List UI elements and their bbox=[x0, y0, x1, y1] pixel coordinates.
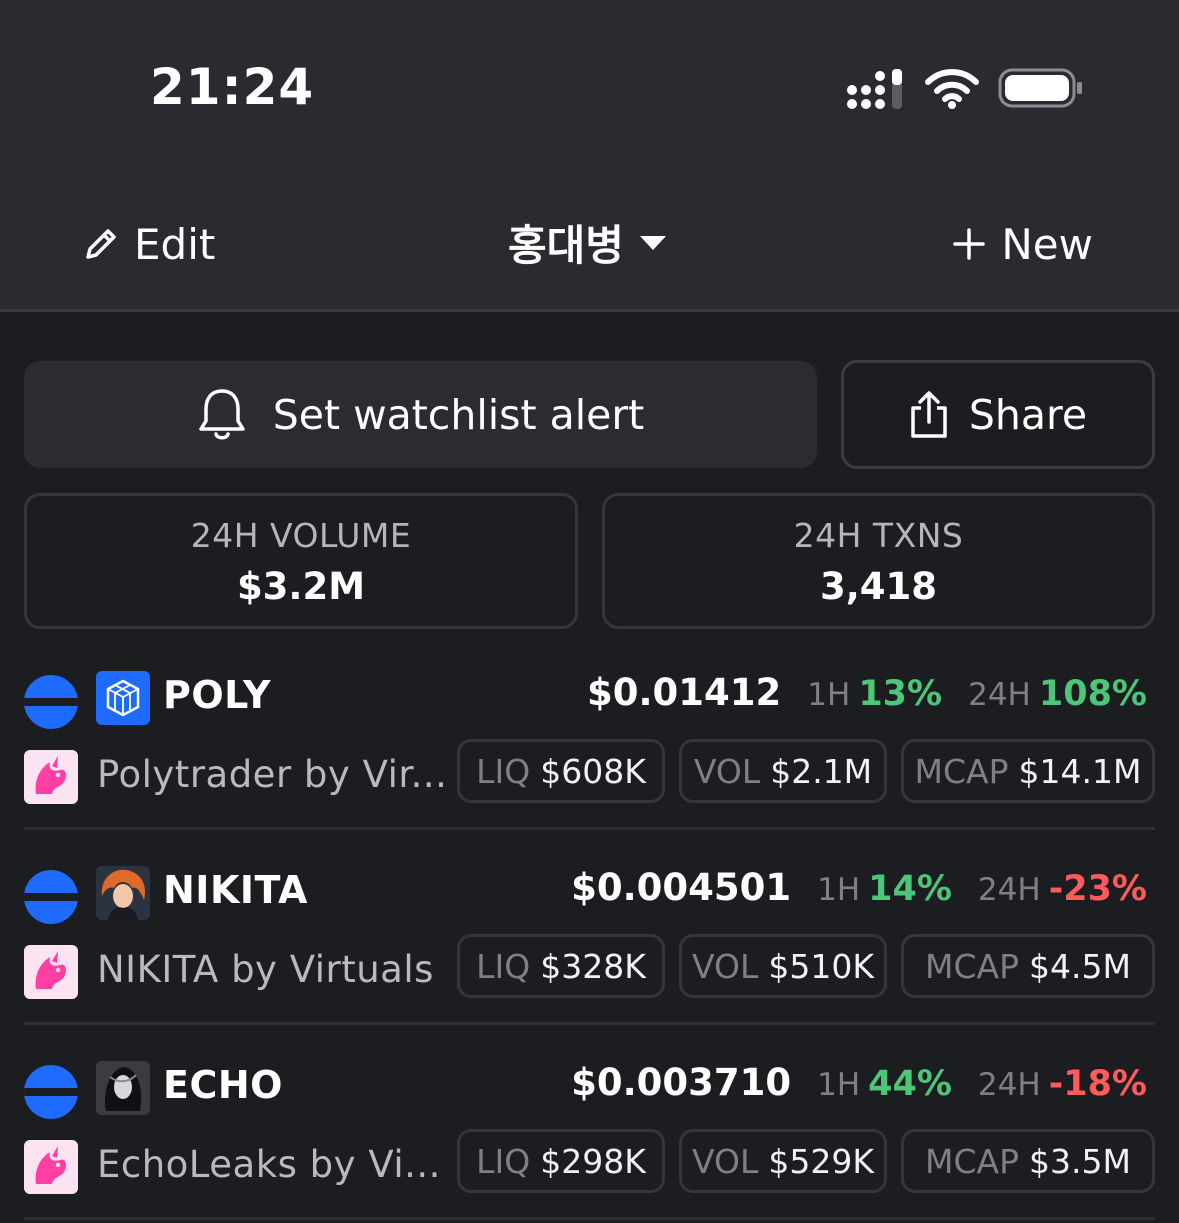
token-symbol: ECHO bbox=[163, 1063, 283, 1107]
battery-icon bbox=[998, 68, 1082, 108]
cellular-signal-icon bbox=[847, 69, 902, 109]
volume-stat-card: 24H VOLUME $3.2M bbox=[24, 493, 578, 629]
pencil-icon bbox=[86, 229, 116, 259]
liquidity-label: LIQ bbox=[476, 946, 531, 986]
market-cap-pill: MCAP $4.5M bbox=[901, 934, 1155, 998]
volume-stat-label: 24H VOLUME bbox=[190, 516, 412, 555]
token-name: NIKITA by Virtuals bbox=[97, 948, 434, 991]
volume-pill: VOL $529K bbox=[679, 1129, 887, 1193]
token-name: Polytrader by Vir... bbox=[97, 753, 448, 796]
poly-token-logo bbox=[96, 671, 150, 725]
watchlist-title: 홍대병 bbox=[508, 220, 624, 270]
txns-stat-label: 24H TXNS bbox=[793, 516, 964, 555]
market-cap-value: $3.5M bbox=[1029, 1141, 1131, 1181]
market-cap-pill: MCAP $14.1M bbox=[901, 739, 1155, 803]
token-symbol: NIKITA bbox=[163, 868, 308, 912]
base-chain-icon bbox=[24, 1065, 78, 1119]
change-1h-label: 1H bbox=[817, 872, 861, 908]
wifi-icon bbox=[925, 69, 979, 109]
volume-label: VOL bbox=[692, 1141, 759, 1181]
uniswap-unicorn-icon bbox=[24, 945, 78, 999]
volume-value: $529K bbox=[768, 1141, 874, 1181]
change-24h-value: -18% bbox=[1048, 1064, 1147, 1104]
row-divider bbox=[24, 1022, 1155, 1025]
change-1h-label: 1H bbox=[817, 1067, 861, 1103]
token-row[interactable]: ECHO EchoLeaks by Vi... $0.003710 1H 44%… bbox=[0, 1045, 1179, 1223]
liquidity-value: $608K bbox=[540, 751, 646, 791]
watchlist-selector[interactable]: 홍대병 bbox=[508, 212, 668, 272]
price-line: $0.003710 1H 44% 24H -18% bbox=[571, 1061, 1147, 1104]
change-24h-label: 24H bbox=[977, 872, 1041, 908]
change-24h-value: 108% bbox=[1038, 674, 1147, 714]
market-cap-value: $4.5M bbox=[1029, 946, 1131, 986]
volume-label: VOL bbox=[692, 946, 759, 986]
price-line: $0.004501 1H 14% 24H -23% bbox=[571, 866, 1147, 909]
top-bar-divider bbox=[0, 309, 1179, 312]
volume-pill: VOL $2.1M bbox=[679, 739, 887, 803]
liquidity-pill: LIQ $328K bbox=[457, 934, 665, 998]
caret-down-icon bbox=[639, 236, 666, 250]
new-label: New bbox=[1001, 219, 1093, 269]
liquidity-value: $328K bbox=[540, 946, 646, 986]
edit-button[interactable]: Edit bbox=[82, 218, 215, 270]
liquidity-label: LIQ bbox=[476, 751, 531, 791]
status-time: 21:24 bbox=[150, 58, 315, 116]
plus-icon bbox=[953, 228, 986, 260]
bell-icon bbox=[198, 388, 245, 439]
change-24h-value: -23% bbox=[1048, 869, 1147, 909]
volume-stat-value: $3.2M bbox=[236, 565, 366, 608]
uniswap-unicorn-icon bbox=[24, 750, 78, 804]
market-cap-pill: MCAP $3.5M bbox=[901, 1129, 1155, 1193]
market-cap-label: MCAP bbox=[925, 946, 1020, 986]
liquidity-pill: LIQ $298K bbox=[457, 1129, 665, 1193]
token-row[interactable]: NIKITA NIKITA by Virtuals $0.004501 1H 1… bbox=[0, 850, 1179, 1045]
token-symbol: POLY bbox=[163, 673, 271, 717]
base-chain-icon bbox=[24, 675, 78, 729]
row-divider bbox=[24, 827, 1155, 830]
change-24h-label: 24H bbox=[968, 677, 1031, 713]
share-button[interactable]: Share bbox=[841, 360, 1155, 469]
liquidity-value: $298K bbox=[540, 1141, 646, 1181]
token-price: $0.01412 bbox=[586, 671, 782, 714]
liquidity-label: LIQ bbox=[476, 1141, 531, 1181]
txns-stat-card: 24H TXNS 3,418 bbox=[602, 493, 1155, 629]
token-price: $0.003710 bbox=[571, 1061, 792, 1104]
share-label: Share bbox=[968, 390, 1088, 439]
alert-label: Set watchlist alert bbox=[272, 390, 645, 439]
token-price: $0.004501 bbox=[571, 866, 792, 909]
change-24h-label: 24H bbox=[977, 1067, 1041, 1103]
volume-value: $510K bbox=[768, 946, 874, 986]
token-row[interactable]: POLY Polytrader by Vir... $0.01412 1H 13… bbox=[0, 655, 1179, 850]
share-icon bbox=[911, 390, 947, 438]
new-watchlist-button[interactable]: New bbox=[953, 218, 1093, 270]
change-1h-value: 13% bbox=[858, 674, 943, 714]
token-name: EchoLeaks by Vi... bbox=[97, 1143, 441, 1186]
set-watchlist-alert-button[interactable]: Set watchlist alert bbox=[24, 361, 817, 468]
nikita-token-logo bbox=[96, 866, 150, 920]
row-divider bbox=[24, 1217, 1155, 1220]
liquidity-pill: LIQ $608K bbox=[457, 739, 665, 803]
volume-pill: VOL $510K bbox=[679, 934, 887, 998]
price-line: $0.01412 1H 13% 24H 108% bbox=[587, 671, 1147, 714]
change-1h-label: 1H bbox=[807, 677, 851, 713]
edit-label: Edit bbox=[134, 219, 216, 269]
base-chain-icon bbox=[24, 870, 78, 924]
volume-value: $2.1M bbox=[770, 751, 873, 791]
market-cap-label: MCAP bbox=[925, 1141, 1020, 1181]
market-cap-label: MCAP bbox=[914, 751, 1009, 791]
market-cap-value: $14.1M bbox=[1018, 751, 1142, 791]
txns-stat-value: 3,418 bbox=[819, 565, 938, 608]
uniswap-unicorn-icon bbox=[24, 1140, 78, 1194]
volume-label: VOL bbox=[693, 751, 761, 791]
echo-token-logo bbox=[96, 1061, 150, 1115]
change-1h-value: 14% bbox=[868, 869, 952, 909]
change-1h-value: 44% bbox=[868, 1064, 952, 1104]
